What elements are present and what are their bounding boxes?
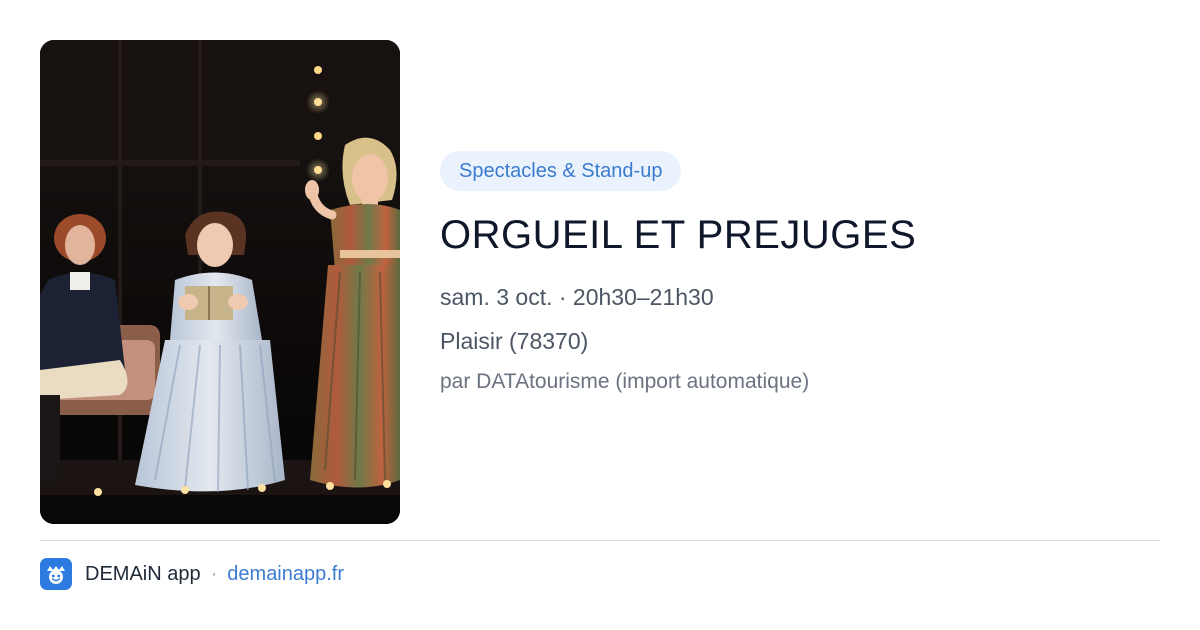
event-location: Plaisir (78370) [440,328,589,354]
event-info: Spectacles & Stand-up ORGUEIL ET PREJUGE… [440,151,1160,396]
app-name: DEMAiN app [85,562,201,585]
demain-app-icon [40,558,72,590]
event-title: ORGUEIL ET PREJUGES [440,213,917,257]
event-datetime: sam. 3 oct. · 20h30–21h30 [440,284,714,310]
footer-divider [40,540,1160,541]
footer: DEMAiN app · demainapp.fr [40,558,344,590]
event-photo [40,40,400,524]
app-url-link[interactable]: demainapp.fr [227,563,344,586]
footer-separator: · [210,562,218,585]
event-source: par DATAtourisme (import automatique) [440,370,810,393]
category-tag[interactable]: Spectacles & Stand-up [440,151,682,191]
